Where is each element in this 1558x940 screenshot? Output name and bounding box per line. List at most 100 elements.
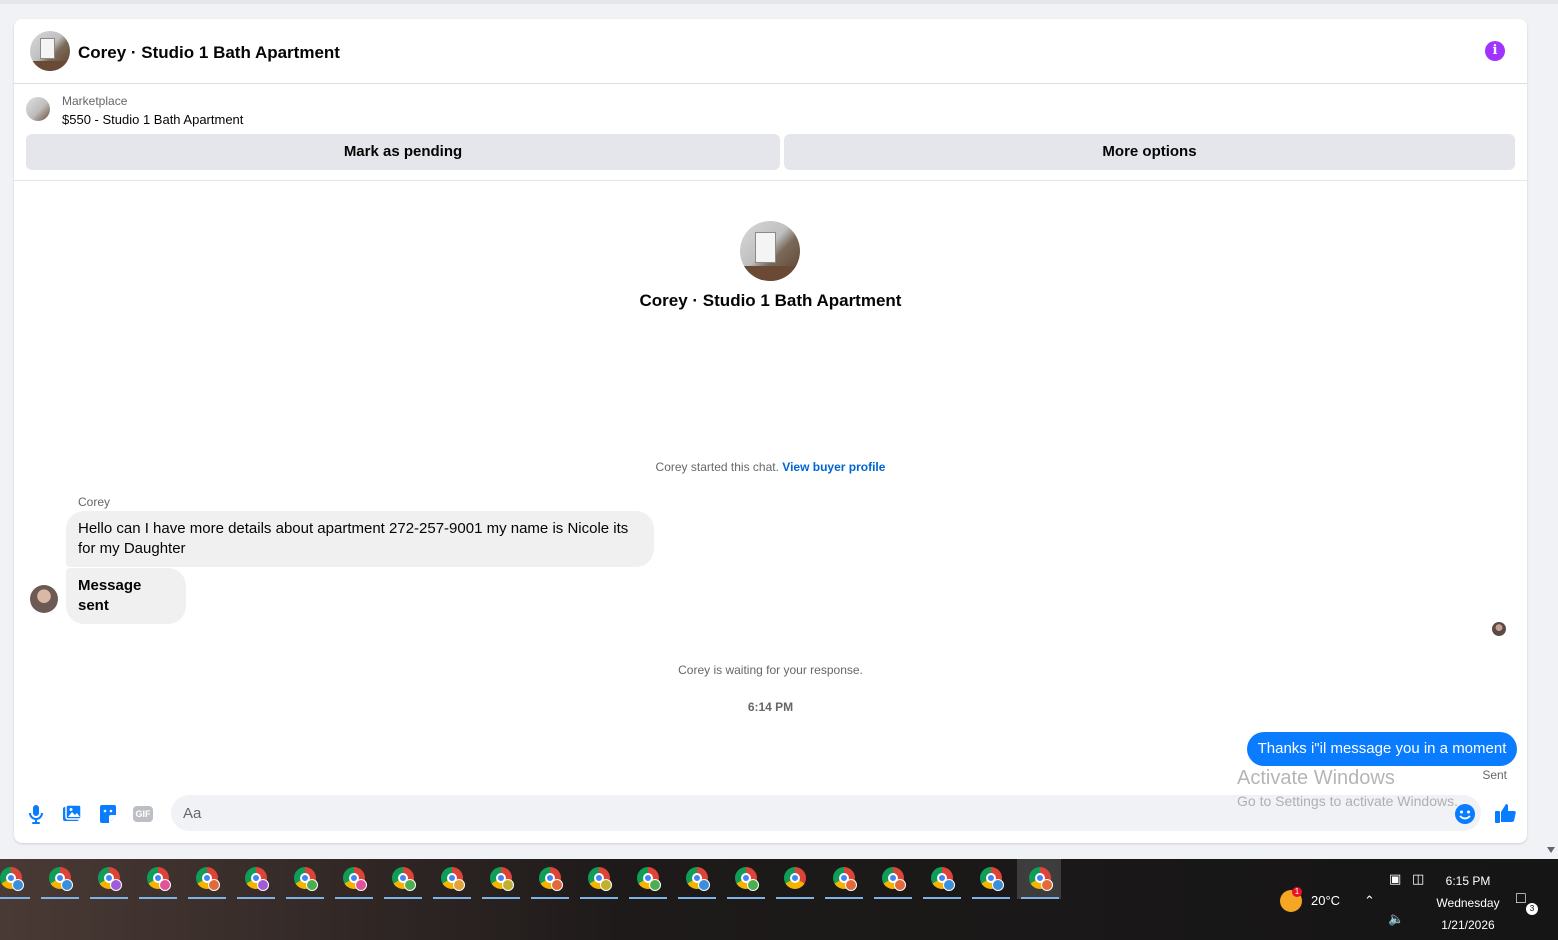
profile-badge-icon xyxy=(159,879,171,891)
running-indicator xyxy=(139,897,177,899)
profile-badge-icon xyxy=(747,879,759,891)
taskbar-browser-icon[interactable] xyxy=(233,859,277,899)
conversation-title[interactable]: Corey · Studio 1 Bath Apartment xyxy=(78,43,340,63)
profile-badge-icon xyxy=(600,879,612,891)
running-indicator xyxy=(90,897,128,899)
running-indicator xyxy=(433,897,471,899)
profile-badge-icon xyxy=(1041,879,1053,891)
running-indicator xyxy=(923,897,961,899)
taskbar-browser-icon[interactable] xyxy=(674,859,718,899)
view-buyer-profile-link[interactable]: View buyer profile xyxy=(782,460,885,474)
gif-icon[interactable]: GIF xyxy=(133,803,155,825)
chat-window: Corey · Studio 1 Bath Apartment i Market… xyxy=(14,19,1527,843)
taskbar-browser-icon[interactable] xyxy=(870,859,914,899)
running-indicator xyxy=(237,897,275,899)
clock-date: 1/21/2026 xyxy=(1441,918,1495,932)
taskbar-browser-icon[interactable] xyxy=(135,859,179,899)
thumbs-up-icon[interactable] xyxy=(1493,801,1517,825)
more-options-button[interactable]: More options xyxy=(784,134,1515,170)
taskbar-browser-icon[interactable] xyxy=(331,859,375,899)
profile-badge-icon xyxy=(257,879,269,891)
profile-badge-icon xyxy=(208,879,220,891)
running-indicator xyxy=(629,897,667,899)
taskbar-browser-icon[interactable] xyxy=(1017,859,1061,899)
mark-as-pending-button[interactable]: Mark as pending xyxy=(26,134,780,170)
taskbar-browser-icon[interactable] xyxy=(821,859,865,899)
taskbar-browser-icon[interactable] xyxy=(576,859,620,899)
taskbar-browser-icon[interactable] xyxy=(527,859,571,899)
show-hidden-icons-chevron-icon[interactable]: ⌃ xyxy=(1364,893,1375,909)
watermark-subtitle: Go to Settings to activate Windows. xyxy=(1237,793,1458,809)
taskbar-browser-icon[interactable] xyxy=(282,859,326,899)
watermark-title: Activate Windows xyxy=(1237,767,1395,789)
taskbar-browser-icon[interactable] xyxy=(184,859,228,899)
profile-badge-icon xyxy=(894,879,906,891)
profile-avatar[interactable] xyxy=(740,221,800,281)
running-indicator xyxy=(335,897,373,899)
running-indicator xyxy=(776,897,814,899)
running-indicator xyxy=(531,897,569,899)
incoming-message[interactable]: Hello can I have more details about apar… xyxy=(66,511,654,567)
seen-indicator-avatar xyxy=(1492,622,1506,636)
chat-started-text: Corey started this chat. xyxy=(655,460,779,474)
chrome-logo-icon xyxy=(784,867,806,889)
taskbar-browser-icon[interactable] xyxy=(772,859,816,899)
profile-badge-icon xyxy=(306,879,318,891)
profile-badge-icon xyxy=(404,879,416,891)
taskbar-browser-icon[interactable] xyxy=(429,859,473,899)
clock-time: 6:15 PM xyxy=(1445,874,1491,888)
taskbar-browser-icon[interactable] xyxy=(0,859,32,899)
info-icon[interactable]: i xyxy=(1485,41,1505,61)
microphone-icon[interactable] xyxy=(25,803,47,825)
profile-badge-icon xyxy=(698,879,710,891)
taskbar-browser-icon[interactable] xyxy=(968,859,1012,899)
taskbar-browser-icon[interactable] xyxy=(380,859,424,899)
listing-banner: Marketplace $550 - Studio 1 Bath Apartme… xyxy=(14,85,1527,181)
meet-now-icon[interactable]: ▣ xyxy=(1389,871,1401,887)
running-indicator xyxy=(972,897,1010,899)
scrollbar[interactable] xyxy=(1544,4,1558,859)
top-border xyxy=(0,0,1558,4)
profile-badge-icon xyxy=(355,879,367,891)
incoming-message[interactable]: Message sent xyxy=(66,568,186,624)
profile-badge-icon xyxy=(649,879,661,891)
chat-started-notice: Corey started this chat. View buyer prof… xyxy=(14,460,1527,474)
taskbar-browser-icon[interactable] xyxy=(919,859,963,899)
system-clock[interactable]: 6:15 PM Wednesday 1/21/2026 xyxy=(1428,870,1508,936)
profile-badge-icon xyxy=(845,879,857,891)
taskbar-browser-icon[interactable] xyxy=(86,859,130,899)
profile-badge-icon xyxy=(992,879,1004,891)
clock-day: Wednesday xyxy=(1436,896,1500,910)
temperature[interactable]: 20°C xyxy=(1311,893,1340,908)
running-indicator xyxy=(874,897,912,899)
volume-icon[interactable]: 🔈 xyxy=(1388,911,1404,927)
photo-icon[interactable] xyxy=(61,803,83,825)
running-indicator xyxy=(0,897,30,899)
taskbar-browser-icon[interactable] xyxy=(723,859,767,899)
time-separator: 6:14 PM xyxy=(747,700,794,714)
sender-avatar[interactable] xyxy=(30,585,58,613)
listing-thumbnail[interactable] xyxy=(26,97,50,121)
weather-alert-badge: 1 xyxy=(1292,887,1302,897)
scroll-down-arrow-icon[interactable] xyxy=(1547,847,1555,853)
taskbar-browser-icon[interactable] xyxy=(478,859,522,899)
taskbar-browser-icon[interactable] xyxy=(37,859,81,899)
waiting-notice: Corey is waiting for your response. xyxy=(678,663,863,677)
network-icon[interactable]: ◫ xyxy=(1412,871,1424,887)
profile-badge-icon xyxy=(61,879,73,891)
chat-header: Corey · Studio 1 Bath Apartment i xyxy=(14,19,1527,84)
running-indicator xyxy=(286,897,324,899)
outgoing-message[interactable]: Thanks i"il message you in a moment xyxy=(1247,732,1517,766)
conversation-avatar[interactable] xyxy=(30,31,70,71)
running-indicator xyxy=(41,897,79,899)
listing-title[interactable]: $550 - Studio 1 Bath Apartment xyxy=(62,112,243,127)
gif-label: GIF xyxy=(133,806,153,822)
running-indicator xyxy=(678,897,716,899)
profile-badge-icon xyxy=(12,879,24,891)
sticker-icon[interactable] xyxy=(97,803,119,825)
running-indicator xyxy=(727,897,765,899)
taskbar-browser-icon[interactable] xyxy=(625,859,669,899)
sent-status: Sent xyxy=(1482,768,1507,782)
running-indicator xyxy=(188,897,226,899)
sender-name: Corey xyxy=(78,495,111,509)
